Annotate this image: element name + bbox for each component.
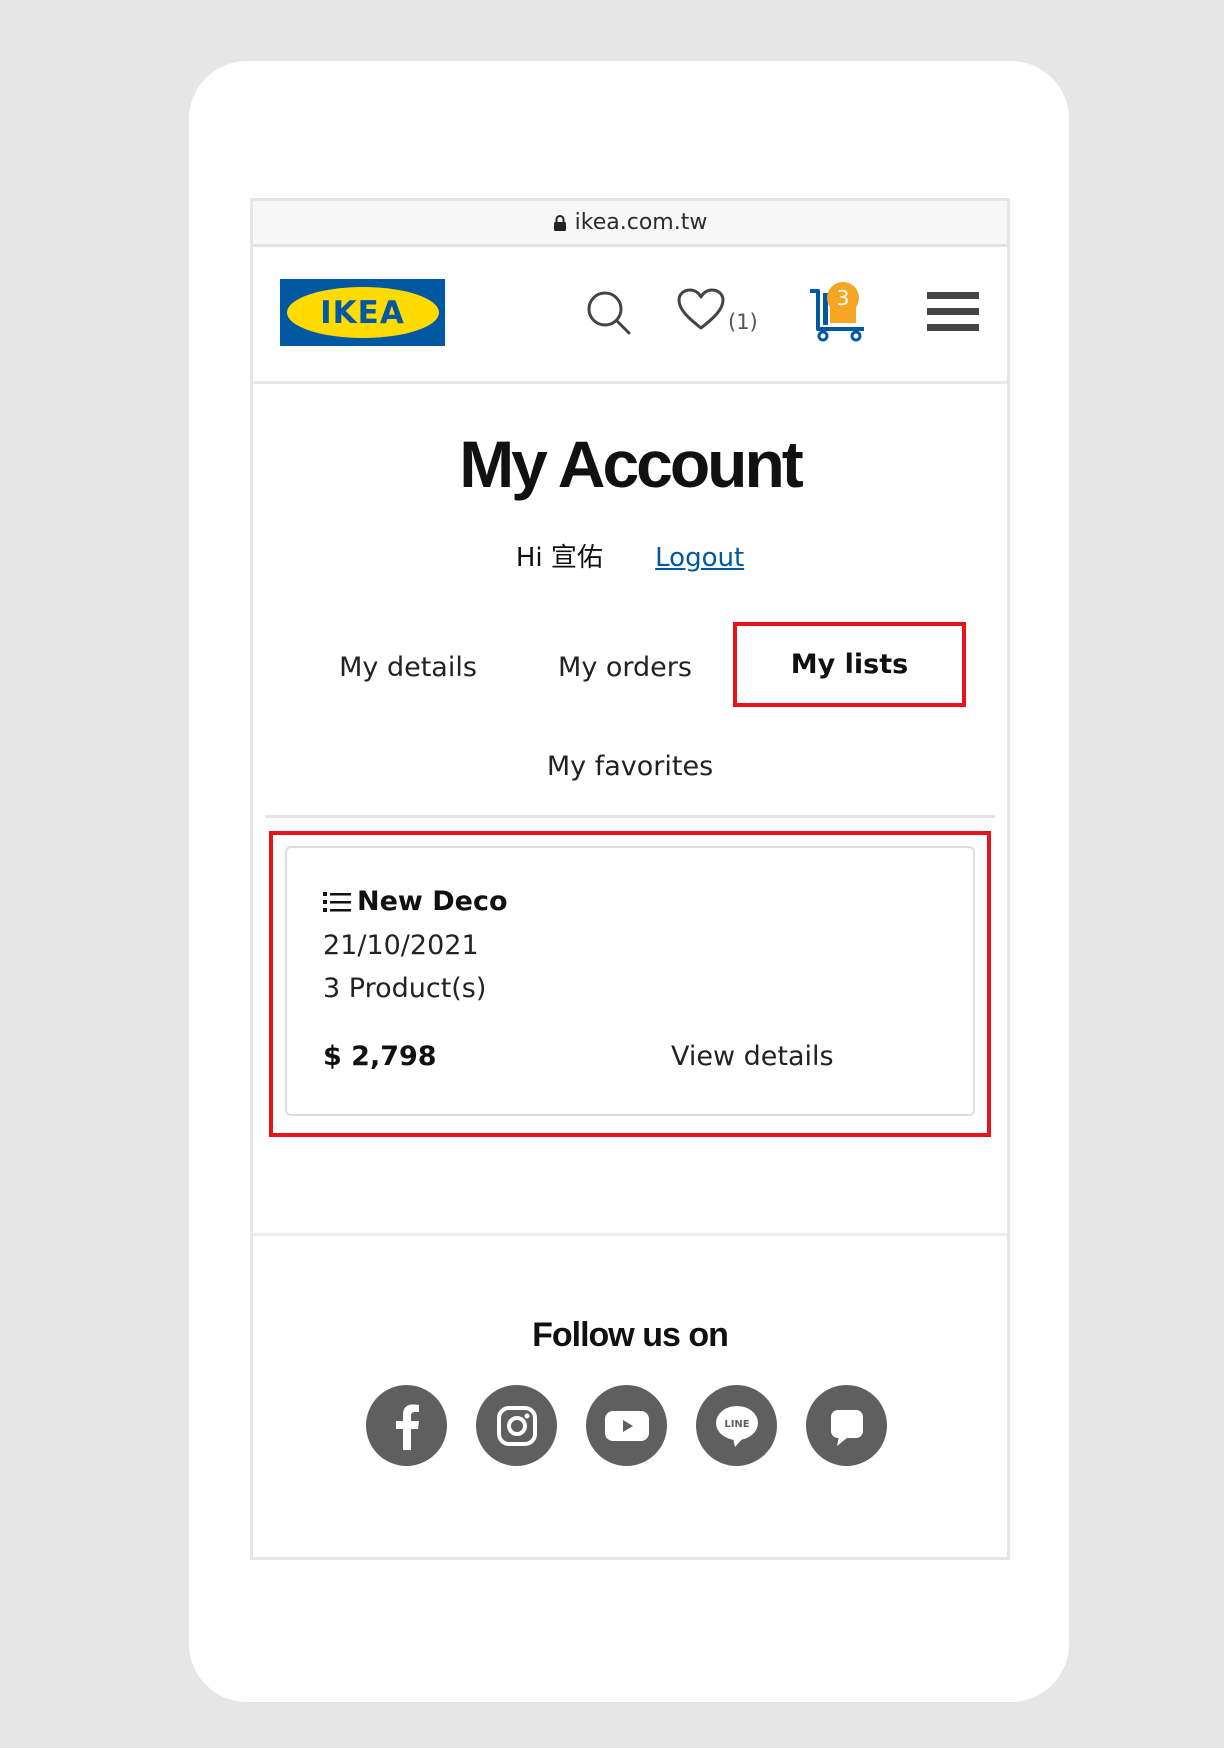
social-links: LINE	[366, 1385, 887, 1466]
tab-my-favorites[interactable]: My favorites	[253, 747, 1007, 785]
list-card[interactable]: New Deco 21/10/2021 3 Product(s) $ 2,798…	[285, 846, 975, 1116]
address-bar[interactable]: ikea.com.tw	[253, 201, 1007, 247]
site-header: IKEA (1) 3	[253, 247, 1007, 384]
tab-my-orders[interactable]: My orders	[555, 648, 695, 686]
list-icon	[323, 891, 351, 913]
follow-us-heading: Follow us on	[532, 1316, 729, 1354]
greeting-text: Hi 宣佑	[515, 543, 603, 573]
tab-my-lists[interactable]: My lists	[733, 622, 966, 707]
list-date: 21/10/2021	[323, 930, 479, 961]
footer-divider	[253, 1233, 1007, 1236]
phone-screen: ikea.com.tw IKEA (1) 3 My Account Hi 宣佑 …	[250, 198, 1010, 1560]
instagram-icon[interactable]	[476, 1385, 557, 1466]
youtube-icon[interactable]	[586, 1385, 667, 1466]
greeting-row: Hi 宣佑 Logout	[253, 537, 1007, 574]
ikea-logo[interactable]: IKEA	[280, 279, 445, 346]
cart-badge: 3	[827, 282, 859, 314]
heart-icon	[676, 287, 726, 335]
line-icon[interactable]: LINE	[696, 1385, 777, 1466]
list-product-count: 3 Product(s)	[323, 973, 487, 1004]
hamburger-menu-icon[interactable]	[927, 290, 979, 334]
logo-text: IKEA	[320, 294, 405, 331]
svg-text:LINE: LINE	[724, 1419, 749, 1430]
list-title: New Deco	[323, 886, 508, 917]
list-name: New Deco	[357, 886, 508, 917]
facebook-icon[interactable]	[366, 1385, 447, 1466]
url-text: ikea.com.tw	[574, 210, 708, 235]
page-title: My Account	[459, 427, 804, 501]
search-icon[interactable]	[586, 290, 632, 336]
list-total-price: $ 2,798	[323, 1041, 437, 1072]
favorites-button[interactable]: (1)	[676, 287, 758, 335]
chat-icon[interactable]	[806, 1385, 887, 1466]
tabs-divider	[265, 815, 995, 818]
tab-my-details[interactable]: My details	[338, 648, 478, 686]
lock-icon	[553, 214, 567, 232]
view-details-link[interactable]: View details	[671, 1041, 834, 1072]
favorites-count: (1)	[728, 310, 758, 334]
logout-link[interactable]: Logout	[655, 543, 744, 573]
